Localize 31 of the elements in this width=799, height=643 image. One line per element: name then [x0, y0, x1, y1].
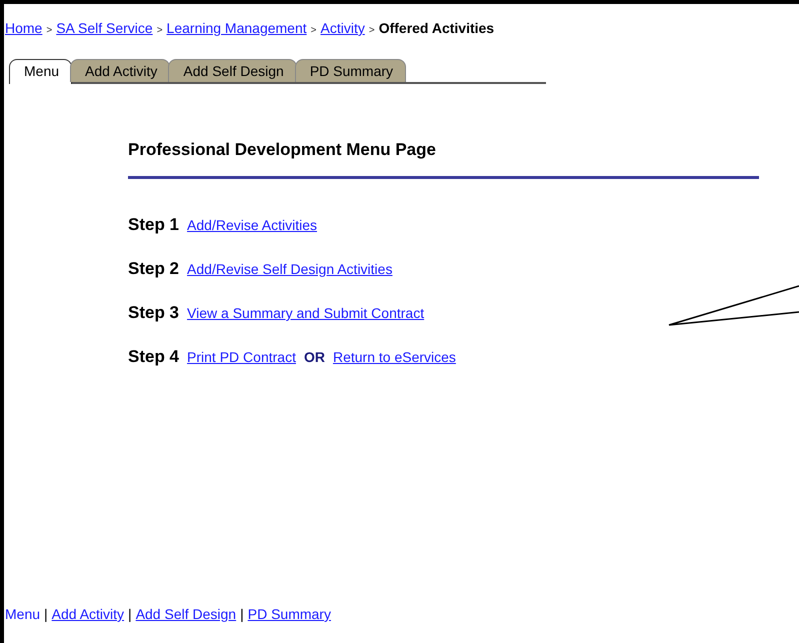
- footer-separator: |: [240, 606, 244, 622]
- step-link[interactable]: Add/Revise Activities: [187, 217, 317, 233]
- or-label: OR: [304, 349, 325, 365]
- step-label: Step 3: [128, 303, 180, 323]
- footer-nav-link[interactable]: PD Summary: [248, 606, 331, 622]
- step-link[interactable]: Print PD Contract: [187, 349, 296, 365]
- footer-nav-link[interactable]: Add Self Design: [136, 606, 236, 622]
- footer-separator: |: [128, 606, 132, 622]
- breadcrumb-current: Offered Activities: [378, 20, 494, 36]
- breadcrumb-separator: >: [310, 25, 316, 36]
- tab[interactable]: Menu: [9, 59, 72, 84]
- footer-nav-current: Menu: [5, 606, 40, 622]
- step-link[interactable]: View a Summary and Submit Contract: [187, 305, 424, 321]
- breadcrumb-link[interactable]: Activity: [320, 20, 365, 36]
- breadcrumb-separator: >: [368, 25, 375, 36]
- tab[interactable]: PD Summary: [294, 59, 406, 82]
- step-link[interactable]: Return to eServices: [332, 349, 456, 365]
- tab[interactable]: Add Activity: [70, 59, 170, 82]
- footer-nav-link[interactable]: Add Activity: [52, 606, 124, 622]
- breadcrumb-separator: >: [46, 25, 52, 36]
- step-label: Step 2: [128, 259, 180, 279]
- step-label: Step 1: [128, 215, 180, 235]
- step-label: Step 4: [128, 347, 180, 367]
- tab[interactable]: Add Self Design: [168, 59, 297, 82]
- page-heading: Professional Development Menu Page: [128, 140, 759, 179]
- breadcrumb-link[interactable]: SA Self Service: [56, 20, 153, 36]
- breadcrumb-separator: >: [156, 25, 163, 36]
- breadcrumb-link[interactable]: Home: [5, 20, 42, 36]
- footer-separator: |: [44, 606, 48, 622]
- breadcrumb-link[interactable]: Learning Management: [166, 20, 307, 36]
- step-link[interactable]: Add/Revise Self Design Activities: [187, 261, 392, 277]
